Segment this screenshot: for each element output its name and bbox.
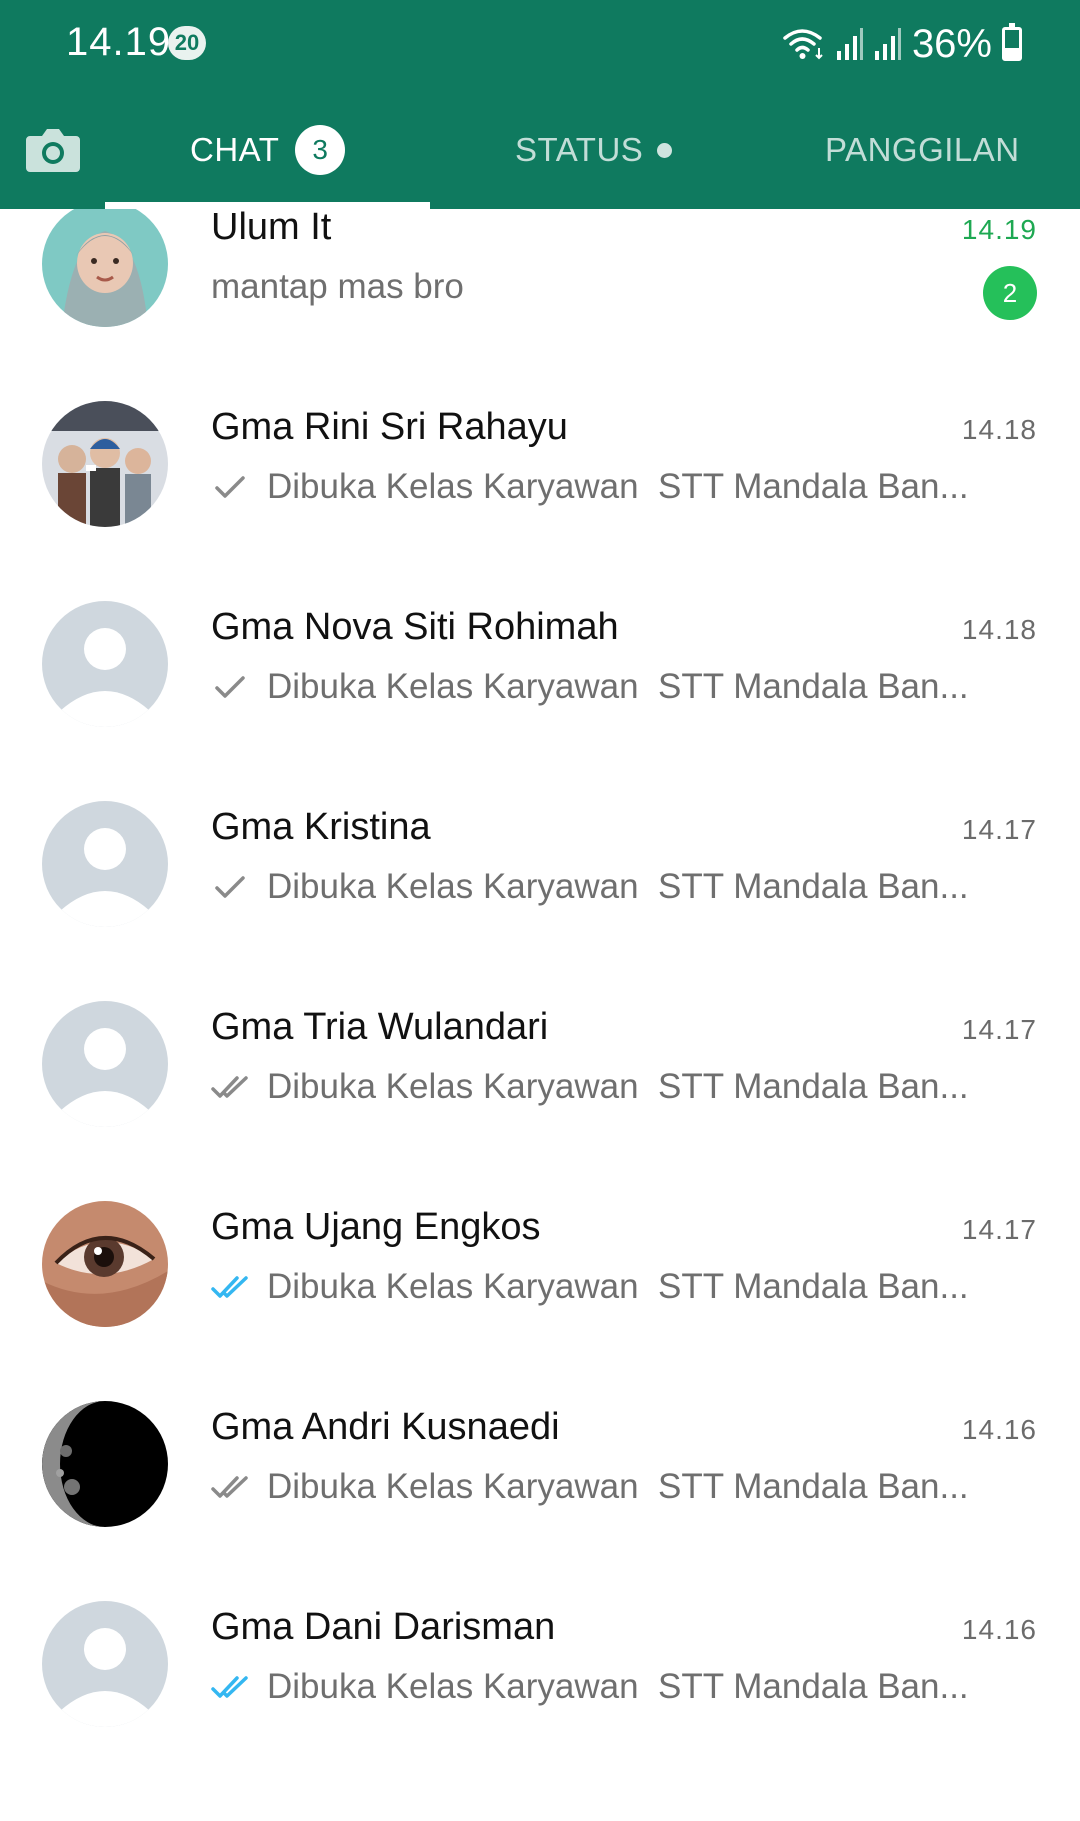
chat-preview-text: Dibuka Kelas Karyawan STT Mandala Ban...: [267, 467, 969, 506]
chat-row[interactable]: Gma Tria Wulandari 14.17 Dibuka Kelas Kary…: [0, 964, 1080, 1164]
chat-list: Ulum It 14.19 mantap mas bro 2 Gma Rini Sri …: [0, 209, 1080, 1821]
battery-icon: [1002, 23, 1022, 61]
chat-row[interactable]: Gma Kristina 14.17 Dibuka Kelas Karyawan S…: [0, 764, 1080, 964]
delivered-double-tick-icon: [211, 1076, 248, 1098]
chat-preview-text: Dibuka Kelas Karyawan STT Mandala Ban...: [267, 1067, 969, 1106]
chat-row[interactable]: Gma Dani Darisman 14.16 Dibuka Kelas Karya…: [0, 1564, 1080, 1764]
chat-name: Gma Dani Darisman: [211, 1606, 556, 1648]
chat-name: Gma Ujang Engkos: [211, 1206, 541, 1248]
battery-level-fill: [1005, 47, 1019, 58]
chat-row[interactable]: Gma Andri Kusnaedi 14.16 Dibuka Kelas Kary…: [0, 1364, 1080, 1564]
tab-bar: CHAT 3 STATUS PANGGILAN: [0, 100, 1080, 209]
chat-time: 14.19: [961, 214, 1037, 245]
camera-icon[interactable]: [22, 118, 84, 180]
read-double-tick-icon: [211, 1276, 248, 1298]
avatar[interactable]: [42, 1201, 168, 1327]
tab-status[interactable]: STATUS: [515, 122, 673, 178]
chat-preview: Dibuka Kelas Karyawan STT Mandala Ban...: [211, 667, 1021, 707]
chat-time: 14.16: [961, 1414, 1037, 1445]
chat-preview-text: Dibuka Kelas Karyawan STT Mandala Ban...: [267, 867, 969, 906]
avatar[interactable]: [42, 601, 168, 727]
chat-name: Gma Nova Siti Rohimah: [211, 606, 619, 648]
avatar[interactable]: [42, 1401, 168, 1527]
status-bar: 14.19 20 36%: [0, 0, 1080, 88]
tab-active-indicator: [105, 202, 430, 209]
wifi-icon: [783, 29, 823, 60]
chat-row[interactable]: Gma Nova Siti Rohimah 14.18 Dibuka Kelas K…: [0, 564, 1080, 764]
chat-preview: mantap mas bro: [211, 267, 1021, 307]
avatar[interactable]: [42, 801, 168, 927]
unread-count-badge: 2: [983, 266, 1037, 320]
signal-sim1-icon: [836, 28, 863, 60]
chat-row[interactable]: Ulum It 14.19 mantap mas bro 2: [0, 209, 1080, 364]
chat-preview-text: Dibuka Kelas Karyawan STT Mandala Ban...: [267, 667, 969, 706]
chat-row[interactable]: Gma Ujang Engkos 14.17 Dibuka Kelas Karyaw…: [0, 1164, 1080, 1364]
chat-time: 14.17: [961, 1214, 1037, 1245]
chat-name: Gma Rini Sri Rahayu: [211, 406, 568, 448]
tab-chat-label: CHAT: [190, 131, 280, 168]
tab-chat-count-badge: 3: [295, 125, 346, 175]
read-double-tick-icon: [211, 1676, 248, 1698]
chat-name: Gma Andri Kusnaedi: [211, 1406, 560, 1448]
chat-preview-text: Dibuka Kelas Karyawan STT Mandala Ban...: [267, 1267, 969, 1306]
chat-preview: Dibuka Kelas Karyawan STT Mandala Ban...: [211, 1067, 1021, 1107]
delivered-double-tick-icon: [211, 1476, 248, 1498]
avatar[interactable]: [42, 401, 168, 527]
chat-preview: Dibuka Kelas Karyawan STT Mandala Ban...: [211, 867, 1021, 907]
chat-preview-text: mantap mas bro: [211, 267, 464, 306]
chat-time: 14.17: [961, 1014, 1037, 1045]
chat-preview-text: Dibuka Kelas Karyawan STT Mandala Ban...: [267, 1667, 969, 1706]
sent-tick-icon: [215, 476, 245, 498]
avatar[interactable]: [42, 209, 168, 327]
avatar[interactable]: [42, 1001, 168, 1127]
status-time: 14.19: [66, 20, 172, 64]
chat-time: 14.16: [961, 1614, 1037, 1645]
battery-percentage: 36%: [911, 21, 992, 66]
sent-tick-icon: [215, 676, 245, 698]
chat-preview-text: Dibuka Kelas Karyawan STT Mandala Ban...: [267, 1467, 969, 1506]
chat-name: Gma Tria Wulandari: [211, 1006, 549, 1048]
notification-count-badge: 20: [168, 26, 206, 60]
tab-status-label: STATUS: [515, 131, 644, 168]
chat-time: 14.17: [961, 814, 1037, 845]
tab-chat[interactable]: CHAT 3: [190, 122, 346, 178]
system-icons: 36%: [782, 20, 1022, 68]
chat-time: 14.18: [961, 614, 1037, 645]
chat-preview: Dibuka Kelas Karyawan STT Mandala Ban...: [211, 1267, 1021, 1307]
tab-calls[interactable]: PANGGILAN: [825, 122, 1020, 178]
avatar[interactable]: [42, 1601, 168, 1727]
app-header: 14.19 20 36% CHAT 3 STATUS PANGGILAN: [0, 0, 1080, 209]
chat-preview: Dibuka Kelas Karyawan STT Mandala Ban...: [211, 1667, 1021, 1707]
chat-preview: Dibuka Kelas Karyawan STT Mandala Ban...: [211, 467, 1021, 507]
chat-name: Ulum It: [211, 209, 332, 248]
signal-sim2-icon: [874, 28, 901, 60]
chat-preview: Dibuka Kelas Karyawan STT Mandala Ban...: [211, 1467, 1021, 1507]
sent-tick-icon: [215, 876, 245, 898]
tab-calls-label: PANGGILAN: [825, 131, 1020, 168]
chat-row[interactable]: Gma Rini Sri Rahayu 14.18 Dibuka Kelas Kar…: [0, 364, 1080, 564]
chat-time: 14.18: [961, 414, 1037, 445]
status-update-dot: [657, 142, 673, 158]
chat-name: Gma Kristina: [211, 806, 431, 848]
